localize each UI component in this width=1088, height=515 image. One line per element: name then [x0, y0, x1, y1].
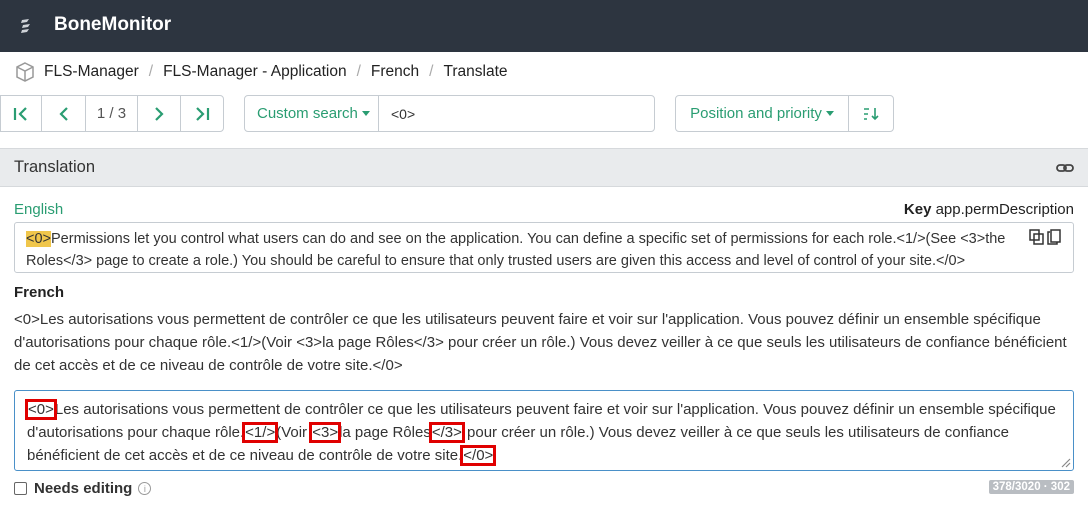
sort-label: Position and priority [690, 105, 822, 122]
next-button[interactable] [138, 96, 181, 131]
sort-ascending-icon [864, 107, 879, 120]
sort-direction-button[interactable] [849, 96, 893, 131]
caret-down-icon [825, 111, 834, 116]
search-mode-dropdown[interactable]: Custom search [245, 96, 379, 131]
string-navigation: 1 / 3 [0, 95, 224, 132]
source-text: Permissions let you control what users c… [26, 231, 1006, 269]
project-icon [16, 62, 34, 82]
translation-editor[interactable]: <0>Les autorisations vous permettent de … [14, 390, 1074, 471]
breadcrumb-item-language[interactable]: French [371, 63, 419, 81]
clone-icon[interactable] [1029, 229, 1044, 245]
search-mode-label: Custom search [257, 105, 358, 122]
editor-text: (Voir [276, 424, 312, 441]
target-language-label: French [14, 284, 65, 301]
breadcrumb-separator: / [356, 63, 361, 80]
highlighted-tag[interactable]: <0> [26, 231, 51, 247]
string-key: Key app.permDescription [904, 201, 1074, 218]
link-icon[interactable] [1056, 160, 1074, 176]
tag-token[interactable]: <3> [309, 422, 342, 443]
search-input[interactable] [379, 96, 654, 131]
last-icon [196, 106, 210, 121]
tag-token[interactable]: <1/> [242, 422, 279, 443]
position-counter: 1 / 3 [86, 96, 138, 131]
translation-panel-header: Translation [0, 148, 1088, 187]
copy-icon[interactable] [1047, 229, 1062, 245]
app-logo-icon[interactable] [19, 17, 33, 35]
chevron-left-icon [58, 106, 68, 121]
previous-button[interactable] [42, 96, 86, 131]
top-bar: BoneMonitor [0, 0, 1088, 52]
source-language-label: English [14, 201, 64, 218]
breadcrumb-separator: / [148, 63, 154, 80]
chevron-right-icon [155, 106, 164, 121]
sort-dropdown[interactable]: Position and priority [676, 96, 849, 131]
caret-down-icon [361, 111, 370, 116]
tag-token[interactable]: </3> [428, 422, 465, 443]
tag-token[interactable]: </0> [460, 445, 497, 466]
last-button[interactable] [181, 96, 223, 131]
sort-control: Position and priority [675, 95, 894, 132]
search-bar: Custom search [244, 95, 655, 132]
breadcrumb-item-project[interactable]: FLS-Manager [44, 63, 139, 81]
app-title[interactable]: BoneMonitor [54, 14, 171, 36]
info-icon[interactable]: i [138, 482, 152, 495]
character-count-badge: 378/3020 · 302 [988, 480, 1074, 494]
copy-buttons [1029, 229, 1063, 247]
needs-editing-label[interactable]: Needs editing [34, 480, 132, 497]
key-value: app.permDescription [935, 201, 1074, 218]
panel-title: Translation [14, 158, 96, 176]
resize-handle-icon[interactable] [1059, 456, 1071, 468]
needs-editing-checkbox[interactable] [14, 482, 27, 495]
breadcrumb: FLS-Manager / FLS-Manager - Application … [14, 60, 508, 84]
breadcrumb-item-component[interactable]: FLS-Manager - Application [163, 63, 347, 81]
editor-text: la page Rôles [339, 424, 431, 441]
first-button[interactable] [1, 96, 42, 131]
key-label: Key [903, 201, 932, 218]
needs-editing-option: Needs editing i [14, 480, 152, 497]
breadcrumb-separator: / [429, 63, 434, 80]
first-icon [13, 106, 27, 121]
existing-translation: <0>Les autorisations vous permettent de … [14, 311, 1067, 374]
source-string: <0>Permissions let you control what user… [14, 222, 1074, 273]
tag-token[interactable]: <0> [25, 399, 57, 420]
breadcrumb-item-current: Translate [443, 63, 508, 80]
